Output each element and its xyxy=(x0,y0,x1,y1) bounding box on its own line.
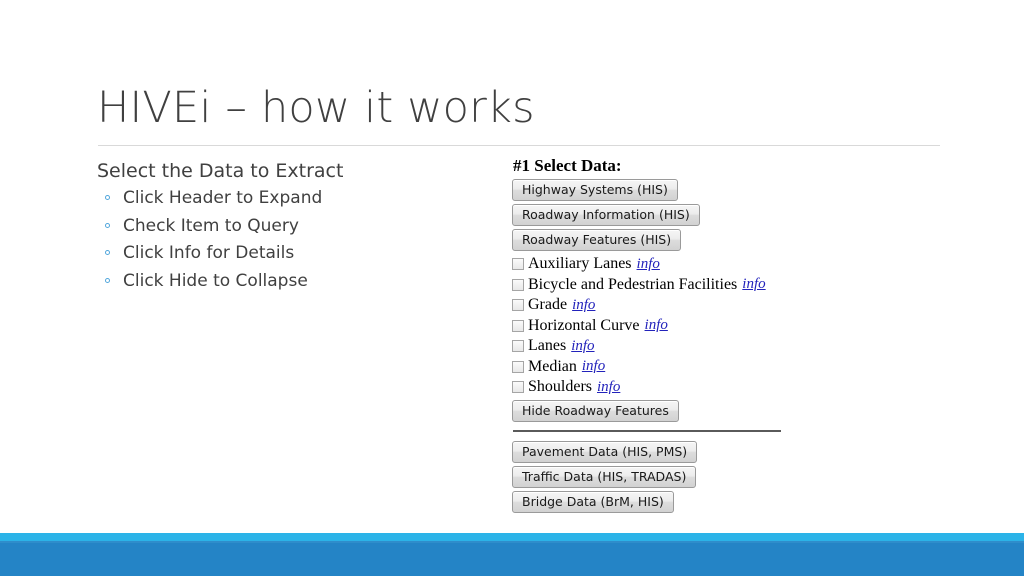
info-link[interactable]: info xyxy=(582,358,605,375)
bullet-item-click-header: Click Header to Expand xyxy=(97,185,497,213)
bullet-item-label: Click Hide to Collapse xyxy=(123,270,308,291)
checkbox-row-bicycle-pedestrian[interactable]: Bicycle and Pedestrian Facilities info xyxy=(512,275,812,296)
hide-roadway-features-button[interactable]: Hide Roadway Features xyxy=(512,399,679,422)
checkbox-icon[interactable] xyxy=(512,299,524,312)
bullet-marker-icon xyxy=(105,222,110,228)
checkbox-icon[interactable] xyxy=(512,278,524,291)
slide-canvas: HIVEi – how it works Select the Data to … xyxy=(0,0,1024,576)
checkbox-row-lanes[interactable]: Lanes info xyxy=(512,336,812,357)
bridge-data-button[interactable]: Bridge Data (BrM, HIS) xyxy=(512,490,674,513)
bullet-item-label: Click Info for Details xyxy=(123,243,295,263)
checkbox-icon[interactable] xyxy=(512,381,524,394)
info-link[interactable]: info xyxy=(597,379,620,396)
bullet-marker-icon xyxy=(105,195,110,200)
app-screenshot-panel: #1 Select Data: Highway Systems (HIS) Ro… xyxy=(512,156,812,516)
checkbox-row-shoulders[interactable]: Shoulders info xyxy=(512,377,812,398)
bullet-list: Select the Data to Extract Click Header … xyxy=(97,158,497,295)
checkbox-row-auxiliary-lanes[interactable]: Auxiliary Lanes info xyxy=(512,254,812,275)
footer-accent-stripe xyxy=(0,533,1024,541)
title-divider xyxy=(98,145,940,146)
checkbox-row-grade[interactable]: Grade info xyxy=(512,295,812,316)
pavement-data-button-row: Pavement Data (HIS, PMS) xyxy=(512,440,812,463)
info-link[interactable]: info xyxy=(572,297,595,314)
footer-band xyxy=(0,541,1024,576)
roadway-features-button[interactable]: Roadway Features (HIS) xyxy=(512,229,682,251)
bullet-item-label: Check Item to Query xyxy=(123,215,299,236)
traffic-data-button-row: Traffic Data (HIS, TRADAS) xyxy=(512,465,812,488)
checkbox-icon[interactable] xyxy=(512,319,524,332)
bridge-data-button-row: Bridge Data (BrM, HIS) xyxy=(512,490,812,513)
bullet-item-click-info: Click Info for Details xyxy=(97,240,497,268)
bullet-item-click-hide: Click Hide to Collapse xyxy=(97,268,497,296)
info-link[interactable]: info xyxy=(571,338,594,355)
highway-systems-button[interactable]: Highway Systems (HIS) xyxy=(512,179,678,201)
bullet-marker-icon xyxy=(105,250,110,255)
bullet-marker-icon xyxy=(105,277,110,283)
roadway-features-button-row: Roadway Features (HIS) xyxy=(512,229,812,251)
roadway-information-button[interactable]: Roadway Information (HIS) xyxy=(512,204,700,226)
checkbox-icon[interactable] xyxy=(512,258,524,271)
checkbox-icon[interactable] xyxy=(512,340,524,353)
checkbox-label: Shoulders xyxy=(528,378,592,396)
page-title: HIVEi – how it works xyxy=(97,83,535,133)
checkbox-label: Bicycle and Pedestrian Facilities xyxy=(528,275,738,293)
info-link[interactable]: info xyxy=(637,256,660,273)
pavement-data-button[interactable]: Pavement Data (HIS, PMS) xyxy=(512,440,698,463)
select-data-heading: #1 Select Data: xyxy=(513,156,622,175)
checkbox-row-horizontal-curve[interactable]: Horizontal Curve info xyxy=(512,316,812,337)
checkbox-label: Lanes xyxy=(528,337,567,355)
section-divider xyxy=(513,429,781,432)
info-link[interactable]: info xyxy=(742,276,765,293)
bullet-item-check-item: Check Item to Query xyxy=(97,213,497,241)
traffic-data-button[interactable]: Traffic Data (HIS, TRADAS) xyxy=(512,465,697,488)
bullet-heading: Select the Data to Extract xyxy=(97,160,344,182)
checkbox-label: Horizontal Curve xyxy=(528,316,640,334)
roadway-information-button-row: Roadway Information (HIS) xyxy=(512,204,812,226)
highway-systems-button-row: Highway Systems (HIS) xyxy=(512,179,812,201)
hide-roadway-features-button-row: Hide Roadway Features xyxy=(512,399,812,422)
checkbox-label: Grade xyxy=(528,296,568,314)
checkbox-label: Auxiliary Lanes xyxy=(528,255,632,273)
checkbox-label: Median xyxy=(528,357,577,375)
footer-inner-edge xyxy=(0,541,1024,543)
checkbox-icon[interactable] xyxy=(512,360,524,373)
bullet-item-label: Click Header to Expand xyxy=(123,188,323,208)
checkbox-row-median[interactable]: Median info xyxy=(512,357,812,378)
info-link[interactable]: info xyxy=(645,317,668,334)
